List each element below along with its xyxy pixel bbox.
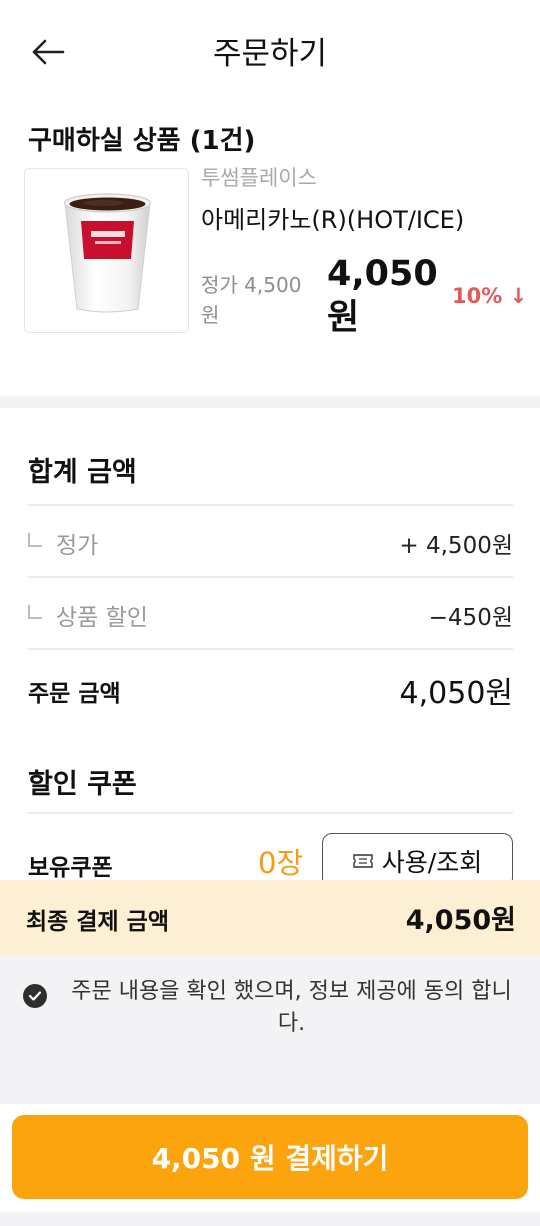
sale-price: 4,050 원 [327,254,438,338]
summary-row-label: 상품 할인 [56,605,148,631]
summary-row-list-price-value: + 4,500원 [399,533,513,559]
coffee-cup-image [63,193,152,313]
payment-summary: 합계 금액 정가 + 4,500원 상품 할인 −450원 주문 금액 4,05… [0,408,540,888]
product-section-title: 구매하실 상품 (1건) [28,126,256,156]
check-circle-icon[interactable] [23,984,47,1008]
ticket-icon [353,853,373,868]
original-price: 정가 4,500 원 [201,273,302,327]
pay-button[interactable]: 4,050 원 결제하기 [12,1115,528,1199]
summary-title: 합계 금액 [28,457,137,488]
coupon-divider [28,812,513,814]
coupon-section-title: 할인 쿠폰 [28,769,137,800]
summary-row-label: 정가 [56,533,99,559]
section-divider [0,396,540,408]
final-amount-value: 4,050원 [405,905,516,936]
summary-divider [28,504,513,506]
summary-divider [28,576,513,578]
summary-divider [28,648,513,650]
sub-item-corner-icon [28,605,42,619]
product-thumbnail[interactable] [24,168,189,333]
final-amount-label: 최종 결제 금액 [26,909,169,935]
order-amount-label: 주문 금액 [28,681,121,707]
bottom-strip [0,1212,540,1226]
sub-item-corner-icon [28,533,42,547]
product-section: 구매하실 상품 (1건) 투썸플레이스 아메리카노(R)(HOT/ICE) 정가… [0,100,540,396]
final-amount-bar: 최종 결제 금액 4,050원 [0,880,540,956]
order-amount-value: 4,050원 [399,676,513,711]
product-brand: 투썸플레이스 [201,166,317,190]
footer: 4,050 원 결제하기 [0,1104,540,1226]
summary-row-discount-label: 상품 할인 [28,598,148,632]
agreement-text: 주문 내용을 확인 했으며, 정보 제공에 동의 합니다. [71,979,512,1036]
summary-row-discount-value: −450원 [428,605,513,631]
agreement-area: 주문 내용을 확인 했으며, 정보 제공에 동의 합니다. [0,956,540,1104]
discount-badge: 10% ↓ [452,284,528,308]
held-coupon-label: 보유쿠폰 [28,855,113,881]
page-title: 주문하기 [212,36,328,72]
coupon-use-button-label: 사용/조회 [381,847,483,877]
app-header: 주문하기 [0,0,540,100]
summary-row-list-price-label: 정가 [28,526,98,560]
product-name: 아메리카노(R)(HOT/ICE) [201,206,465,234]
coupon-count: 0장 [258,846,304,880]
